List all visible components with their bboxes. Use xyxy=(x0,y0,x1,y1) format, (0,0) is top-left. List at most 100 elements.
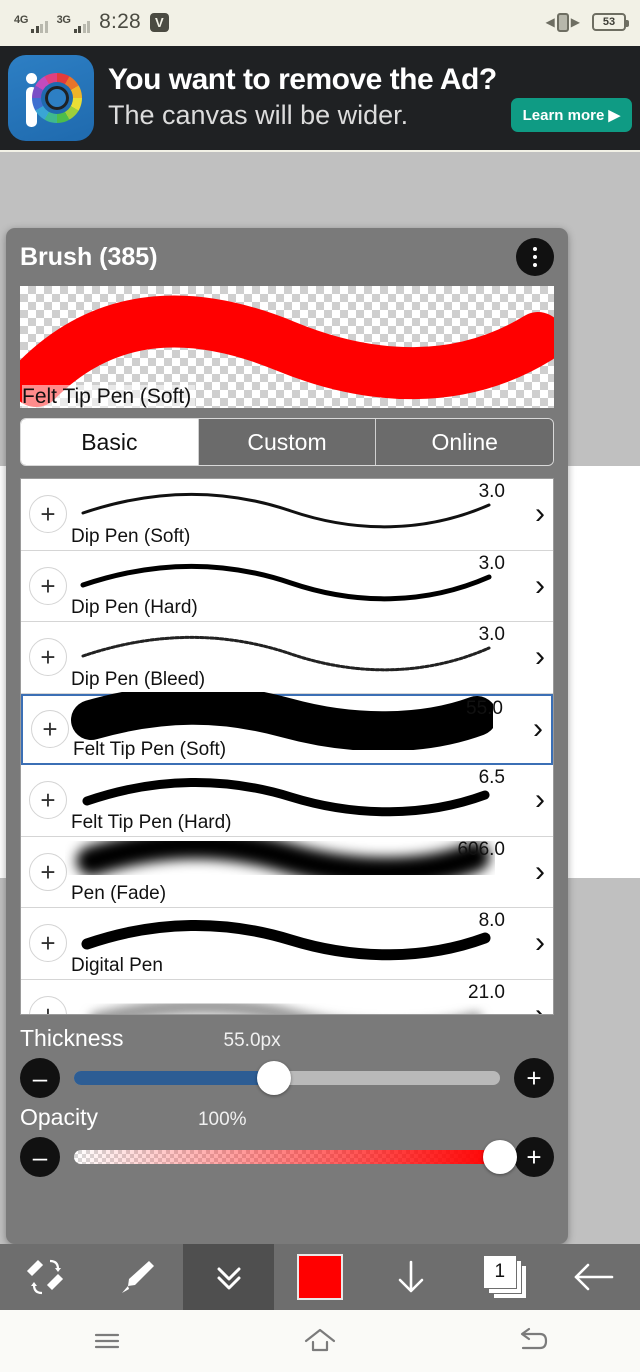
nav-recents-button[interactable] xyxy=(0,1326,213,1356)
brush-list-scrollbar[interactable] xyxy=(549,479,553,1014)
back-button[interactable] xyxy=(549,1244,640,1310)
chevron-right-icon[interactable]: › xyxy=(535,856,545,887)
battery-icon: 53 xyxy=(592,13,629,31)
brush-size: 8.0 xyxy=(478,910,505,931)
table-row[interactable]: + Pen (Fade) 606.0 › xyxy=(21,828,553,908)
ad-banner[interactable]: You want to remove the Ad? The canvas wi… xyxy=(0,44,640,152)
tab-online[interactable]: Online xyxy=(376,419,553,465)
tab-custom[interactable]: Custom xyxy=(198,419,377,465)
brush-preview: Felt Tip Pen (Soft) xyxy=(20,286,554,408)
ibis-paint-logo-icon xyxy=(8,55,94,141)
add-brush-icon[interactable]: + xyxy=(29,852,67,891)
table-row-selected[interactable]: + Felt Tip Pen (Soft) 55.0 › xyxy=(21,684,553,765)
brush-size: 3.0 xyxy=(478,624,505,645)
home-icon xyxy=(304,1328,336,1352)
color-swatch-button[interactable] xyxy=(274,1244,365,1310)
download-button[interactable] xyxy=(366,1244,457,1310)
brush-name: Dip Pen (Bleed) xyxy=(71,668,206,690)
add-brush-icon[interactable]: + xyxy=(29,495,67,534)
add-brush-icon[interactable]: + xyxy=(29,566,67,605)
thickness-slider-knob[interactable] xyxy=(257,1061,292,1095)
chevron-right-icon[interactable]: › xyxy=(535,570,545,601)
opacity-increase-button[interactable]: + xyxy=(514,1137,554,1177)
chevron-right-icon[interactable]: › xyxy=(535,642,545,672)
arrow-down-icon xyxy=(399,1260,424,1293)
brush-tabs: Basic Custom Online xyxy=(20,418,554,466)
back-icon xyxy=(521,1327,548,1350)
brush-name: Felt Tip Pen (Soft) xyxy=(73,739,227,761)
thickness-value: 55.0px xyxy=(223,1030,281,1051)
signal-bars-2-icon xyxy=(73,20,91,33)
thickness-decrease-button[interactable]: – xyxy=(20,1058,60,1098)
status-left: 4G 3G 8:28 V xyxy=(14,9,169,33)
table-row[interactable]: + Dip Pen (Hard) 3.0 › xyxy=(21,550,553,622)
screen: 4G 3G 8:28 V ◀ ▶ 53 You want to remove th… xyxy=(0,0,640,1372)
nav-back-button[interactable] xyxy=(427,1324,640,1358)
thickness-slider-group: Thickness 55.0px – + xyxy=(20,1025,554,1104)
opacity-slider-group: Opacity 100% – + xyxy=(20,1104,554,1183)
chevron-right-icon[interactable]: › xyxy=(535,785,545,815)
table-row[interactable]: + Dip Pen (Soft) 3.0 › xyxy=(21,479,553,551)
brush-list[interactable]: + Dip Pen (Soft) 3.0 › + Dip Pen (Hard) … xyxy=(20,478,554,1015)
nav-home-button[interactable] xyxy=(213,1324,426,1358)
chevron-right-icon[interactable]: › xyxy=(533,714,543,744)
learn-more-button[interactable]: Learn more ▶ xyxy=(510,97,632,132)
signal-bars-1-icon xyxy=(31,20,48,33)
chevron-right-icon[interactable]: › xyxy=(535,928,545,958)
slider-section: Thickness 55.0px – + Opacity 100% – + xyxy=(20,1025,554,1183)
tab-basic[interactable]: Basic xyxy=(21,419,199,465)
opacity-decrease-button[interactable]: – xyxy=(20,1137,60,1177)
table-row[interactable]: + 21.0 › xyxy=(21,979,553,1014)
brush-size: 55.0 xyxy=(466,697,503,719)
add-brush-icon[interactable]: + xyxy=(29,995,67,1014)
chevron-right-icon[interactable]: › xyxy=(535,999,545,1014)
add-brush-icon[interactable]: + xyxy=(31,710,69,749)
pen-eraser-swap-button[interactable] xyxy=(0,1244,91,1310)
color-swatch-icon xyxy=(296,1254,343,1300)
brush-tool-button[interactable] xyxy=(91,1244,182,1310)
table-row[interactable]: + Dip Pen (Bleed) 3.0 › xyxy=(21,622,553,694)
brush-name: Dip Pen (Soft) xyxy=(71,525,191,547)
brush-size: 3.0 xyxy=(478,552,505,574)
clock-label: 8:28 xyxy=(99,9,141,33)
add-brush-icon[interactable]: + xyxy=(29,781,67,820)
panel-title: Brush (385) xyxy=(20,242,158,271)
brush-name: Dip Pen (Hard) xyxy=(71,597,198,619)
collapse-panel-button[interactable] xyxy=(182,1244,275,1310)
opacity-value: 100% xyxy=(197,1109,247,1130)
opacity-slider-knob[interactable] xyxy=(483,1140,517,1174)
thickness-slider-track[interactable] xyxy=(74,1061,500,1095)
chevron-right-icon[interactable]: › xyxy=(535,499,545,529)
kebab-menu-icon[interactable] xyxy=(516,238,554,276)
brush-size: 6.5 xyxy=(478,767,505,788)
opacity-slider-track[interactable] xyxy=(74,1140,517,1174)
bottom-toolbar: 1 xyxy=(0,1244,640,1310)
status-right: ◀ ▶ 53 xyxy=(546,12,629,32)
layers-icon: 1 xyxy=(479,1255,527,1299)
brush-panel-header: Brush (385) xyxy=(20,228,554,286)
layer-count-label: 1 xyxy=(482,1255,517,1289)
brush-name: Pen (Fade) xyxy=(71,883,167,905)
brush-icon xyxy=(122,1261,155,1293)
opacity-label: Opacity xyxy=(20,1104,98,1130)
add-brush-icon[interactable]: + xyxy=(29,638,67,677)
layers-button[interactable]: 1 xyxy=(457,1244,548,1310)
ad-subline: The canvas will be wider. xyxy=(108,99,409,130)
thickness-increase-button[interactable]: + xyxy=(514,1058,554,1098)
brush-size: 3.0 xyxy=(478,481,505,502)
carrier-badge-icon: V xyxy=(149,12,169,32)
brush-panel: Brush (385) Felt Tip Pen (Soft) Basic Cu… xyxy=(6,228,568,1244)
brush-name: Digital Pen xyxy=(71,954,163,976)
recents-menu-icon xyxy=(94,1333,119,1349)
table-row[interactable]: + Felt Tip Pen (Hard) 6.5 › xyxy=(21,765,553,837)
double-chevron-down-icon xyxy=(217,1267,241,1290)
table-row[interactable]: + Digital Pen 8.0 › xyxy=(21,908,553,980)
ad-headline: You want to remove the Ad? xyxy=(108,63,497,97)
status-bar: 4G 3G 8:28 V ◀ ▶ 53 xyxy=(0,0,640,44)
brush-preview-label: Felt Tip Pen (Soft) xyxy=(22,384,196,408)
add-brush-icon[interactable]: + xyxy=(29,924,67,963)
arrow-left-icon xyxy=(574,1263,614,1291)
brush-size: 606.0 xyxy=(457,838,505,860)
signal-1: 4G xyxy=(14,14,48,33)
vibrate-mode-icon: ◀ ▶ xyxy=(546,12,580,32)
